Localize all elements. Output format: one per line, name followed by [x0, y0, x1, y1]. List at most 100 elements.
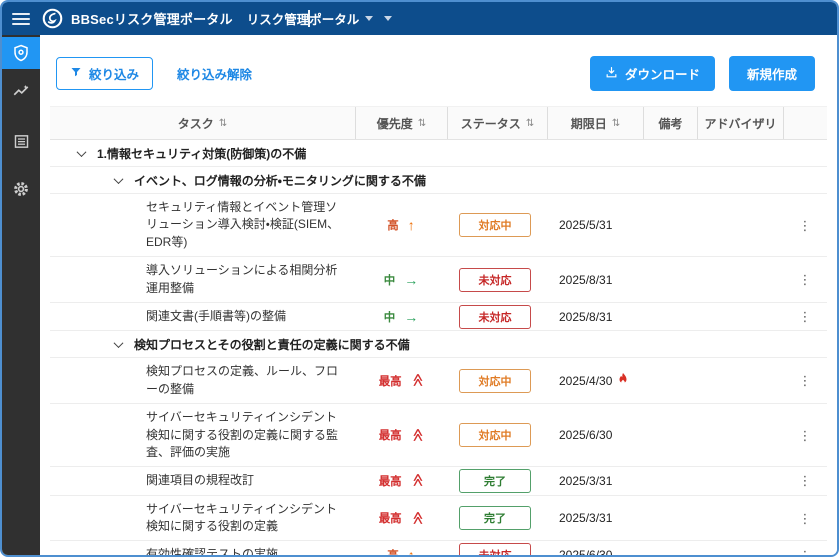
table-row[interactable]: セキュリティ情報とイベント管理ソリューション導入検討・検証(SIEM、EDR等)… [50, 194, 827, 257]
priority-arrow-icon: ↑ [408, 548, 415, 555]
top-navbar: BBSecリスク管理ポータル リスク管理ポータル [2, 2, 837, 35]
table-row[interactable]: サイバーセキュリティインシデント検知に関する役割の定義最高≫完了2025/3/3… [50, 496, 827, 542]
hamburger-menu-icon[interactable] [12, 13, 30, 25]
task-name: サイバーセキュリティインシデント検知に関する役割の定義に関する監査、評価の実施 [50, 404, 355, 466]
actions-cell: ⋮ [783, 510, 827, 527]
due-date: 2025/3/31 [559, 474, 612, 488]
navbar-combobox[interactable] [302, 2, 397, 35]
task-table: タスク ⇅ 優先度 ⇅ ステータス ⇅ 期限日 ⇅ 備考 アドバイザリ 1.情報セキュリティ対策(… [50, 106, 827, 555]
status-badge: 未対応 [459, 268, 531, 292]
bbsec-logo-icon [42, 8, 63, 29]
chevron-down-icon[interactable] [114, 174, 124, 184]
sidebar-item-reports[interactable] [2, 125, 40, 157]
sort-icon[interactable]: ⇅ [526, 118, 534, 129]
download-button-label: ダウンロード [625, 64, 700, 83]
group-row-label: イベント、ログ情報の分析・モニタリングに関する不備 [134, 172, 426, 189]
due-date: 2025/4/30 [559, 374, 612, 388]
main-content: 絞り込み 絞り込み解除 ダウンロード 新規作成 タスク⇅優先度⇅ステータス⇅期限… [40, 35, 837, 555]
column-header-label: 期限日 [571, 115, 607, 132]
column-header: アドバイザリ [697, 107, 783, 139]
task-name: 導入ソリューションによる相関分析運用整備 [50, 257, 355, 302]
kebab-menu-icon[interactable]: ⋮ [793, 510, 818, 527]
due-date: 2025/8/31 [559, 310, 612, 324]
overdue-flame-icon [617, 372, 629, 389]
table-row[interactable]: 有効性確認テストの実施高↑未対応2025/6/30⋮ [50, 541, 827, 555]
priority-cell: 高↑ [355, 217, 447, 233]
sort-icon[interactable]: ⇅ [219, 118, 227, 129]
kebab-menu-icon[interactable]: ⋮ [793, 271, 818, 288]
status-cell: 未対応 [447, 305, 547, 329]
status-badge: 未対応 [459, 305, 531, 329]
app-title: BBSecリスク管理ポータル [71, 9, 233, 28]
column-header[interactable]: タスク ⇅ [50, 107, 355, 139]
column-header[interactable]: 優先度 ⇅ [355, 107, 447, 139]
chevron-down-icon [384, 16, 392, 21]
priority-cell: 最高≫ [355, 427, 447, 443]
create-new-button-label: 新規作成 [747, 64, 797, 83]
table-row[interactable]: 関連項目の規程改訂最高≫完了2025/3/31⋮ [50, 467, 827, 495]
column-header-label: ステータス [461, 115, 521, 132]
status-cell: 完了 [447, 469, 547, 493]
sort-icon[interactable]: ⇅ [418, 118, 426, 129]
task-name: 関連項目の規程改訂 [50, 467, 355, 494]
due-date-cell: 2025/3/31 [547, 511, 643, 525]
chevron-down-icon[interactable] [114, 338, 124, 348]
priority-arrow-icon: → [404, 310, 418, 324]
column-header-label: 備考 [658, 115, 682, 132]
column-header[interactable]: 期限日 ⇅ [547, 107, 643, 139]
sort-icon[interactable]: ⇅ [612, 118, 620, 129]
group-row[interactable]: イベント、ログ情報の分析・モニタリングに関する不備 [50, 167, 827, 194]
priority-arrow-icon: ≫ [410, 374, 423, 387]
kebab-menu-icon[interactable]: ⋮ [793, 547, 818, 555]
shield-icon [12, 44, 30, 62]
sidebar-item-settings[interactable] [2, 173, 40, 205]
table-row[interactable]: サイバーセキュリティインシデント検知に関する役割の定義に関する監査、評価の実施最… [50, 404, 827, 467]
column-header-label: タスク [178, 115, 214, 132]
priority-arrow-icon: ↑ [408, 218, 415, 232]
clear-filter-link[interactable]: 絞り込み解除 [177, 64, 252, 83]
table-row[interactable]: 検知プロセスの定義、ルール、フローの整備最高≫対応中2025/4/30⋮ [50, 358, 827, 404]
status-badge: 対応中 [459, 213, 531, 237]
gear-icon [12, 180, 30, 198]
kebab-menu-icon[interactable]: ⋮ [793, 427, 818, 444]
table-row[interactable]: 関連文書(手順書等)の整備中→ 未対応 2025/8/31 ⋮ [50, 303, 827, 331]
priority-label: 最高 [379, 373, 402, 389]
column-header[interactable]: ステータス ⇅ [447, 107, 547, 139]
kebab-menu-icon[interactable]: ⋮ [793, 308, 818, 325]
priority-cell: 中→ [355, 309, 447, 325]
group-row[interactable]: 検知プロセスとその役割と責任の定義に関する不備 [50, 331, 827, 358]
sidebar-item-analytics[interactable] [2, 75, 40, 107]
due-date-cell: 2025/6/30 [547, 548, 643, 555]
filter-button[interactable]: 絞り込み [56, 57, 153, 90]
status-cell: 未対応 [447, 268, 547, 292]
due-date: 2025/5/31 [559, 218, 612, 232]
status-cell: 対応中 [447, 423, 547, 447]
actions-cell: ⋮ [783, 308, 827, 325]
priority-label: 高 [387, 217, 399, 233]
sidebar-nav [2, 35, 40, 555]
due-date-cell: 2025/8/31 [547, 310, 643, 324]
status-cell: 完了 [447, 506, 547, 530]
task-name: 関連文書(手順書等)の整備 [50, 303, 355, 330]
sidebar-item-risk[interactable] [2, 37, 40, 69]
column-header-label: 優先度 [377, 115, 413, 132]
column-header-label: アドバイザリ [704, 115, 776, 132]
download-button[interactable]: ダウンロード [590, 56, 715, 91]
filter-button-label: 絞り込み [89, 64, 139, 83]
app-window: BBSecリスク管理ポータル リスク管理ポータル [0, 0, 839, 557]
toolbar: 絞り込み 絞り込み解除 ダウンロード 新規作成 [40, 35, 837, 104]
task-name: サイバーセキュリティインシデント検知に関する役割の定義 [50, 496, 355, 541]
group-row[interactable]: 1.情報セキュリティ対策(防御策)の不備 [50, 140, 827, 167]
due-date: 2025/6/30 [559, 428, 612, 442]
chevron-down-icon[interactable] [77, 147, 87, 157]
create-new-button[interactable]: 新規作成 [729, 56, 815, 91]
kebab-menu-icon[interactable]: ⋮ [793, 372, 818, 389]
kebab-menu-icon[interactable]: ⋮ [793, 217, 818, 234]
download-icon [605, 66, 618, 82]
priority-label: 最高 [379, 473, 402, 489]
status-badge: 対応中 [459, 423, 531, 447]
task-name: 有効性確認テストの実施 [50, 541, 355, 555]
status-cell: 未対応 [447, 543, 547, 555]
kebab-menu-icon[interactable]: ⋮ [793, 472, 818, 489]
table-row[interactable]: 導入ソリューションによる相関分析運用整備中→未対応2025/8/31⋮ [50, 257, 827, 303]
